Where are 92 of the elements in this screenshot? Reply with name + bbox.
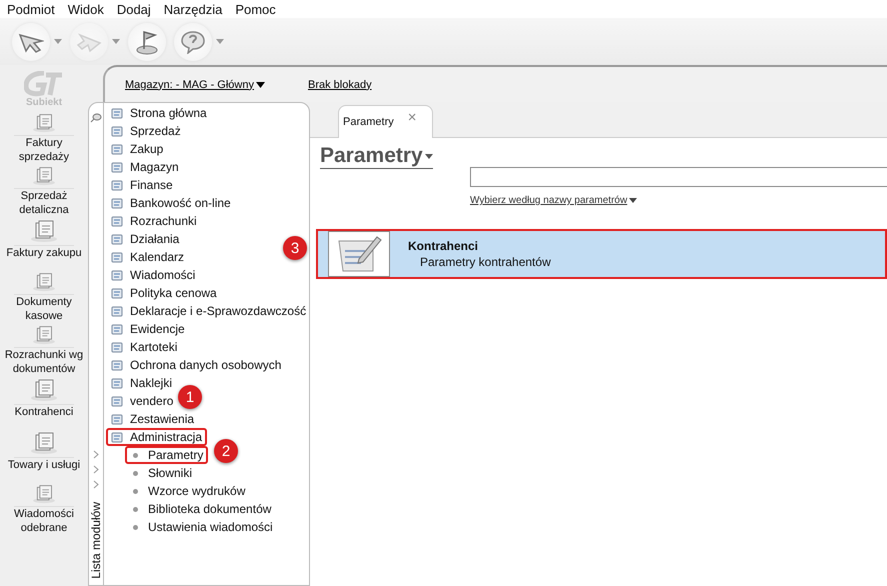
sidebar-item[interactable]: Wiadomości odebrane (0, 484, 88, 535)
sidebar-item[interactable]: Faktury zakupu (0, 219, 88, 270)
menu-item[interactable]: Dodaj (116, 2, 151, 16)
document-stack-icon (14, 378, 74, 405)
toolbar-button[interactable] (128, 22, 166, 60)
module-item[interactable]: Polityka cenowa (106, 284, 222, 302)
module-icon (111, 124, 125, 138)
caret-icon (424, 154, 433, 158)
module-icon (111, 394, 125, 408)
menu-item[interactable]: Widok (68, 2, 104, 16)
flag-icon (134, 28, 160, 54)
sidebar-item[interactable]: Dokumenty kasowe (0, 272, 88, 323)
document-stack-icon (14, 325, 74, 348)
bullet-icon (133, 506, 138, 512)
document-stack-icon (14, 431, 74, 458)
module-item[interactable]: vendero (106, 392, 178, 410)
tab[interactable]: Parametry × (338, 105, 433, 138)
document-stack-icon (14, 272, 74, 295)
bullet-icon (133, 488, 138, 494)
module-item[interactable]: Działania (106, 230, 184, 248)
close-icon[interactable]: × (408, 109, 417, 126)
document-stack-icon (14, 166, 74, 189)
module-item[interactable]: Administracja (106, 428, 208, 446)
module-item[interactable]: Sprzedaż (106, 122, 186, 140)
module-icon (111, 358, 125, 372)
result-title: Kontrahenci (408, 239, 480, 253)
warehouse-link[interactable]: Magazyn: - MAG - Główny (125, 78, 265, 90)
page-title[interactable]: Parametry (320, 144, 433, 169)
module-item[interactable]: Magazyn (106, 158, 184, 176)
module-subitem[interactable]: Słowniki (125, 464, 198, 482)
module-icon (111, 250, 125, 264)
panel-title: Lista modułów (89, 502, 103, 579)
sidebar-item[interactable]: Towary i usługi (0, 431, 88, 482)
module-item[interactable]: Strona główna (106, 104, 212, 122)
menu-item[interactable]: Narzędzia (164, 2, 222, 16)
toolbar-button[interactable] (12, 22, 50, 60)
module-subitem[interactable]: Biblioteka dokumentów (125, 500, 276, 518)
menu-item[interactable]: Podmiot (7, 2, 55, 16)
sidebar-item[interactable]: Sprzedaż detaliczna (0, 166, 88, 217)
module-icon (111, 376, 125, 390)
module-subitem[interactable]: Ustawienia wiadomości (125, 518, 278, 536)
module-item[interactable]: Naklejki (106, 374, 178, 392)
module-item[interactable]: Ochrona danych osobowych (106, 356, 286, 374)
module-item[interactable]: Bankowość on-line (106, 194, 236, 212)
menu-item[interactable]: Pomoc (235, 2, 276, 16)
module-subitem[interactable]: Wzorce wydruków (125, 482, 250, 500)
module-icon (111, 304, 125, 318)
module-item[interactable]: Rozrachunki (106, 212, 202, 230)
module-icon (111, 178, 125, 192)
document-stack-icon (14, 219, 74, 246)
module-item[interactable]: Finanse (106, 176, 178, 194)
logo-icon (24, 71, 64, 97)
document-stack-icon (14, 484, 74, 507)
module-icon (111, 412, 125, 426)
module-icon (111, 430, 125, 444)
caret-icon[interactable] (54, 39, 62, 44)
module-item[interactable]: Kartoteki (106, 338, 182, 356)
module-item[interactable]: Zakup (106, 140, 168, 158)
sidebar-item[interactable]: Kontrahenci (0, 378, 88, 429)
module-item[interactable]: Zestawienia (106, 410, 200, 428)
caret-icon[interactable] (216, 39, 224, 44)
result-row[interactable]: Kontrahenci Parametry kontrahentów (316, 229, 887, 279)
caret-icon (256, 82, 265, 88)
module-item[interactable]: Kalendarz (106, 248, 190, 266)
module-subitem[interactable]: Parametry (125, 446, 208, 464)
bullet-icon (133, 452, 138, 458)
document-stack-icon (14, 113, 74, 136)
sidebar-item[interactable]: Rozrachunki wg dokumentów (0, 325, 88, 376)
module-icon (111, 340, 125, 354)
module-icon (111, 214, 125, 228)
sidebar-item[interactable]: Faktury sprzedaży (0, 113, 88, 164)
search-field[interactable] (470, 167, 887, 187)
module-item[interactable]: Deklaracje i e-Sprawozdawczość (106, 302, 312, 320)
module-icon (111, 232, 125, 246)
bullet-icon (133, 524, 138, 530)
module-icon (111, 286, 125, 300)
module-icon (111, 268, 125, 282)
module-icon (111, 322, 125, 336)
module-icon (111, 196, 125, 210)
result-description: Parametry kontrahentów (419, 255, 551, 269)
arrow-icon (76, 30, 102, 52)
help-icon (180, 30, 206, 54)
module-icon (111, 106, 125, 120)
module-icon (111, 160, 125, 174)
help-button[interactable] (174, 22, 212, 60)
module-item[interactable]: Wiadomości (106, 266, 200, 284)
module-item[interactable]: Ewidencje (106, 320, 190, 338)
filter-link[interactable]: Wybierz według nazwy parametrów (470, 195, 638, 206)
bullet-icon (133, 470, 138, 476)
module-icon (111, 142, 125, 156)
lock-link[interactable]: Brak blokady (308, 78, 372, 90)
caret-icon (629, 198, 638, 203)
